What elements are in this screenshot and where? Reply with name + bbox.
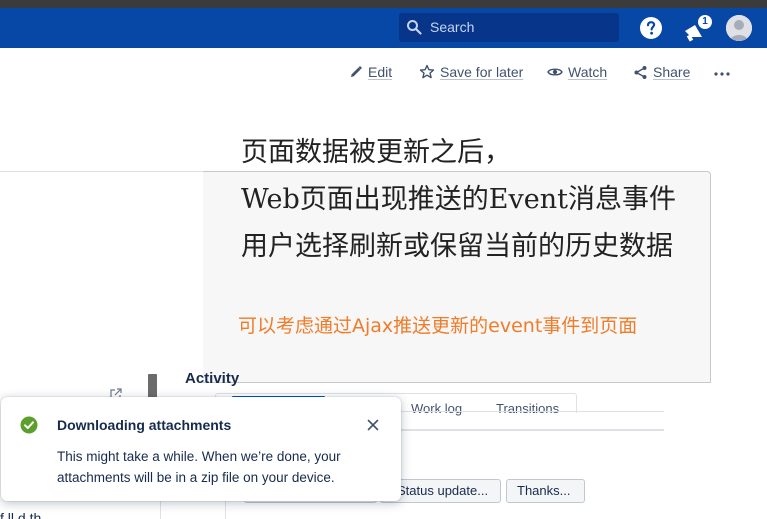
flag-message: This might take a while. When we’re done… (57, 449, 341, 485)
success-check-icon (20, 416, 38, 434)
download-flag: Downloading attachments This might take … (1, 397, 401, 501)
star-icon (419, 64, 435, 79)
top-navigation-bar: Search 1 (0, 8, 767, 48)
notifications-button[interactable]: 1 (682, 15, 712, 42)
eye-icon (547, 68, 563, 76)
tab-work-log[interactable]: Work log (411, 401, 462, 416)
activity-heading: Activity (185, 370, 240, 387)
image-note: 可以考虑通过Ajax推送更新的event事件到页面 (238, 315, 638, 337)
search-placeholder: Search (430, 19, 475, 35)
left-panel-border (0, 171, 210, 172)
user-icon (726, 15, 752, 41)
save-for-later-label: Save for later (440, 64, 524, 80)
pencil-icon (351, 65, 363, 77)
share-button[interactable]: Share (633, 64, 690, 80)
left-panel-text: f ll d th (0, 510, 42, 519)
edit-button[interactable]: Edit (349, 64, 392, 80)
help-icon[interactable] (639, 16, 663, 40)
image-text-line-2: Web页面出现推送的Event消息事件 (241, 184, 676, 215)
watch-button[interactable]: Watch (547, 64, 607, 80)
image-text-block: 页面数据被更新之后， Web页面出现推送的Event消息事件 用户选择刷新或保留… (241, 129, 676, 270)
share-label: Share (653, 64, 691, 80)
avatar[interactable] (726, 15, 752, 41)
image-text-line-3: 用户选择刷新或保留当前的历史数据 (241, 231, 673, 262)
edit-label: Edit (368, 64, 393, 80)
more-options-icon[interactable] (714, 72, 730, 76)
tab-transitions[interactable]: Transitions (496, 401, 559, 416)
notification-count-badge: 1 (698, 15, 712, 29)
thanks-label: Thanks... (517, 483, 571, 498)
share-icon (634, 65, 647, 79)
status-update-label: Status update... (397, 483, 489, 498)
flag-title: Downloading attachments (57, 417, 232, 433)
search-input[interactable]: Search (399, 13, 619, 42)
thanks-button[interactable]: Thanks... (506, 479, 585, 503)
watch-label: Watch (568, 64, 608, 80)
window-top-edge (0, 0, 767, 8)
image-text-line-1: 页面数据被更新之后， (241, 137, 511, 168)
save-for-later-button[interactable]: Save for later (419, 64, 523, 80)
close-icon[interactable] (366, 418, 380, 432)
search-icon (407, 20, 422, 35)
